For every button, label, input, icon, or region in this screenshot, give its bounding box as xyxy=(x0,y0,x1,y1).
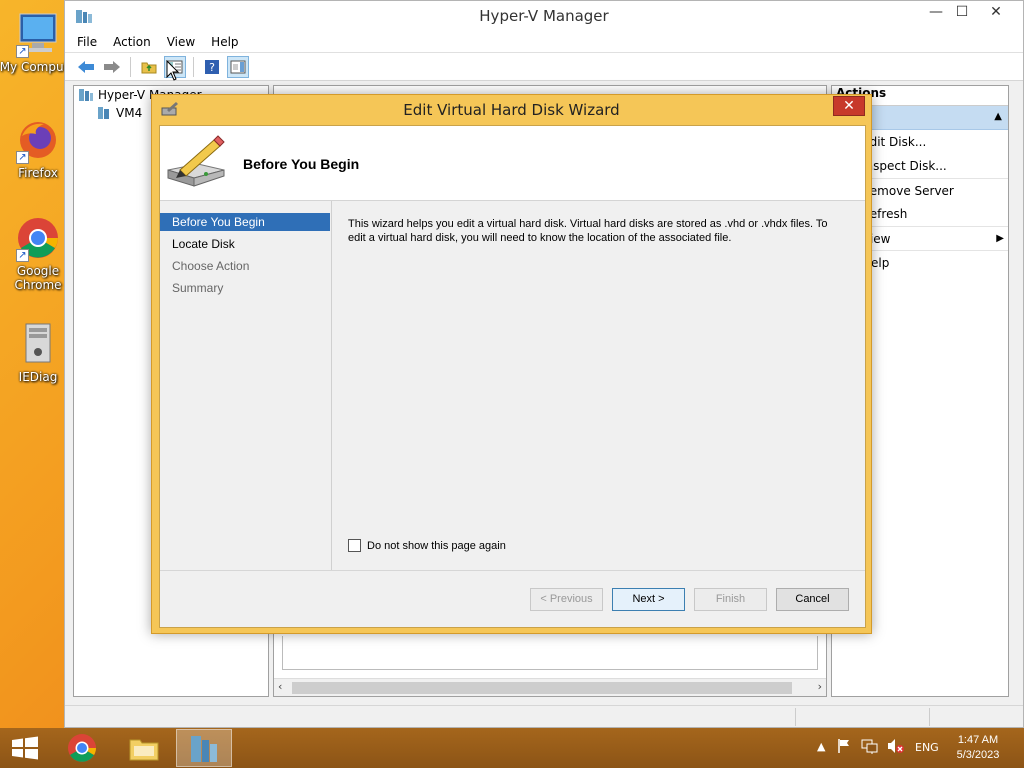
action-center-flag-icon[interactable] xyxy=(836,738,852,757)
scrollbar-thumb[interactable] xyxy=(292,682,792,694)
toolbar: ? xyxy=(65,53,1023,81)
cancel-button[interactable]: Cancel xyxy=(776,588,849,611)
step-choose-action: Choose Action xyxy=(172,259,250,273)
scroll-right-icon[interactable]: › xyxy=(818,680,822,693)
desktop-icon-label: IEDiag xyxy=(18,370,58,384)
show-hidden-icons-icon[interactable]: ▲ xyxy=(817,740,825,753)
next-button[interactable]: Next > xyxy=(612,588,685,611)
wizard-description: This wizard helps you edit a virtual har… xyxy=(348,218,828,244)
dont-show-again-row[interactable]: Do not show this page again xyxy=(348,539,506,552)
back-button[interactable] xyxy=(75,56,97,78)
up-folder-button[interactable] xyxy=(138,56,160,78)
menu-action[interactable]: Action xyxy=(113,35,151,49)
submenu-arrow-icon: ▶ xyxy=(996,233,1004,244)
menu-help[interactable]: Help xyxy=(211,35,238,49)
tree-item-label: VM4 xyxy=(116,106,143,120)
help-button[interactable]: ? xyxy=(201,56,223,78)
show-hide-action-pane-button[interactable] xyxy=(227,55,249,78)
finish-button[interactable]: Finish xyxy=(694,588,767,611)
previous-button[interactable]: < Previous xyxy=(530,588,603,611)
desktop-icon-label: Firefox xyxy=(18,166,58,180)
dont-show-again-label: Do not show this page again xyxy=(367,539,506,552)
taskbar: ▲ ENG 1:47 AM 5/3/2023 xyxy=(0,728,1024,768)
window-title: Hyper-V Manager xyxy=(479,7,609,25)
hyperv-manager-icon xyxy=(79,89,93,101)
forward-arrow-icon xyxy=(104,60,120,73)
dont-show-again-checkbox[interactable] xyxy=(348,539,361,552)
volume-muted-icon[interactable] xyxy=(886,738,904,757)
back-arrow-icon xyxy=(78,60,94,73)
input-language-indicator[interactable]: ENG xyxy=(915,741,939,754)
iediag-icon xyxy=(14,320,62,368)
wizard-body: Before You Begin Before You Begin Locate… xyxy=(159,125,866,628)
step-before-you-begin[interactable]: Before You Begin xyxy=(160,213,330,231)
clock-date: 5/3/2023 xyxy=(956,749,1000,761)
tree-item-vm4[interactable]: VM4 xyxy=(96,106,142,120)
maximize-button[interactable]: ☐ xyxy=(947,1,977,25)
horizontal-scrollbar[interactable]: ‹ › xyxy=(274,678,826,696)
wizard-header: Before You Begin xyxy=(160,126,865,201)
status-bar xyxy=(65,705,1023,727)
forward-button[interactable] xyxy=(101,56,123,78)
computer-icon: ↗ xyxy=(14,10,62,58)
folder-icon xyxy=(129,739,159,761)
wizard-close-button[interactable]: ✕ xyxy=(833,96,865,116)
windows-logo-icon xyxy=(12,736,38,760)
taskbar-hyperv-manager[interactable] xyxy=(176,729,232,767)
desktop-icon-label: Google Chrome xyxy=(14,264,62,292)
menu-view[interactable]: View xyxy=(167,35,195,49)
clock-time: 1:47 AM xyxy=(957,734,999,746)
desktop-icon-label: My Comput xyxy=(0,60,69,74)
hyperv-app-icon xyxy=(191,736,217,762)
step-locate-disk[interactable]: Locate Disk xyxy=(160,235,330,253)
svg-text:?: ? xyxy=(209,61,215,74)
edit-disk-icon xyxy=(164,134,228,190)
chrome-icon: ↗ xyxy=(14,214,62,262)
scroll-left-icon[interactable]: ‹ xyxy=(278,680,282,693)
chrome-icon xyxy=(68,734,96,762)
firefox-icon: ↗ xyxy=(14,116,62,164)
help-icon: ? xyxy=(205,59,219,74)
start-button[interactable] xyxy=(10,736,40,760)
mouse-cursor-icon xyxy=(166,60,180,81)
taskbar-chrome[interactable] xyxy=(54,729,110,767)
folder-up-icon xyxy=(141,62,157,73)
close-window-button[interactable]: ✕ xyxy=(981,1,1011,25)
wizard-steps-list: Before You Begin Locate Disk Choose Acti… xyxy=(160,201,332,571)
server-icon xyxy=(98,107,109,119)
menu-file[interactable]: File xyxy=(77,35,97,49)
wizard-title: Edit Virtual Hard Disk Wizard xyxy=(403,101,620,119)
network-icon[interactable] xyxy=(861,738,879,757)
taskbar-file-explorer[interactable] xyxy=(116,729,172,767)
wizard-page-heading: Before You Begin xyxy=(243,156,360,172)
menu-bar: File Action View Help xyxy=(65,31,1023,53)
action-pane-icon xyxy=(230,60,246,73)
edit-vhd-wizard-dialog: Edit Virtual Hard Disk Wizard ✕ Before Y… xyxy=(151,94,872,634)
step-summary: Summary xyxy=(172,281,224,295)
collapse-icon: ▲ xyxy=(994,111,1002,122)
taskbar-clock[interactable]: 1:47 AM 5/3/2023 xyxy=(948,733,1008,763)
window-titlebar: Hyper-V Manager — ☐ ✕ xyxy=(65,1,1023,31)
